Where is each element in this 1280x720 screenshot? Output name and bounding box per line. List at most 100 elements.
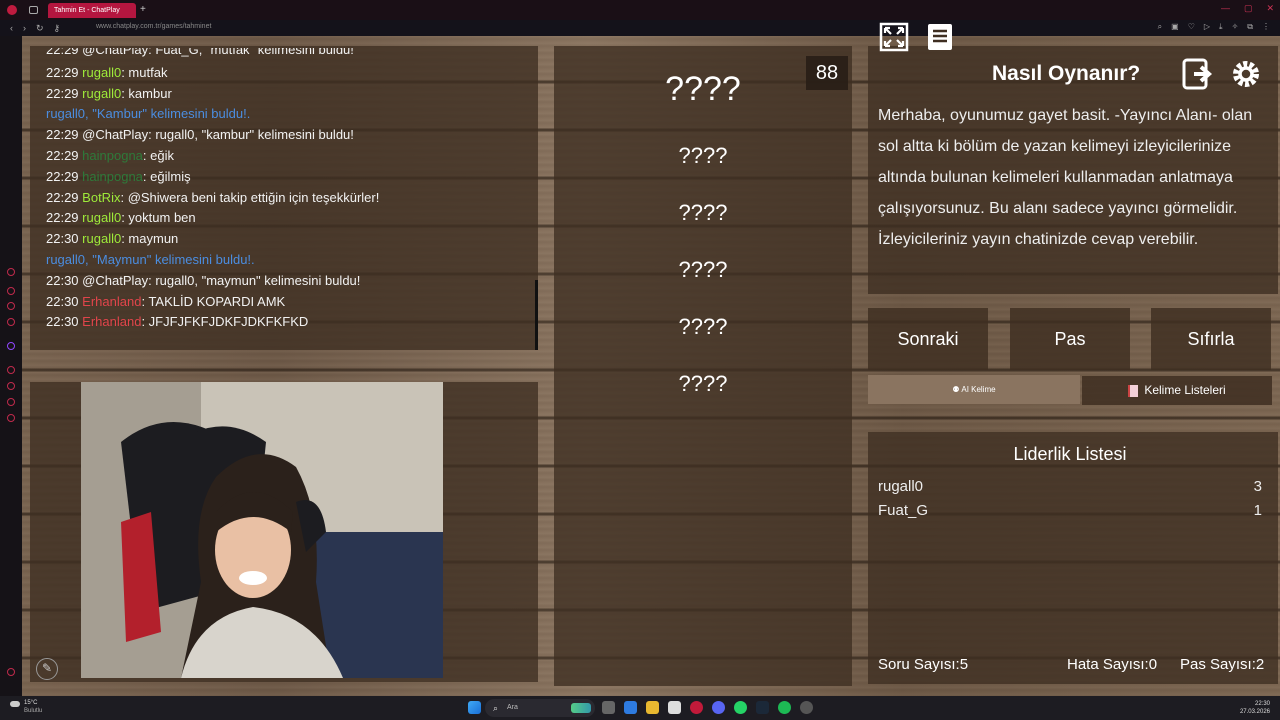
- question-count: Soru Sayısı:5: [878, 656, 969, 673]
- chat-text: : rugall0, "kambur" kelimesini buldu!: [148, 127, 354, 143]
- screenshot-icon[interactable]: ⧉: [1247, 22, 1253, 32]
- sidebar-history-icon[interactable]: [7, 382, 15, 390]
- chat-username[interactable]: @ChatPlay: [82, 273, 148, 288]
- bookmark-icon[interactable]: ♡: [1188, 22, 1195, 32]
- minimize-icon[interactable]: —: [1221, 3, 1230, 14]
- chat-message: rugall0, "Kambur" kelimesini buldu!.: [46, 104, 250, 124]
- forbidden-word: ????: [678, 314, 728, 339]
- lock-icon: ⚷: [53, 22, 61, 33]
- extensions-icon[interactable]: ▣: [1171, 22, 1179, 32]
- sidebar-messenger-icon[interactable]: [7, 287, 15, 295]
- sidebar-bookmarks-icon[interactable]: [7, 398, 15, 406]
- ai-icon[interactable]: ✧: [1232, 22, 1239, 32]
- taskbar: 15°C Bulutlu ⌕ Ara 22:30 27.03.2026: [0, 696, 1280, 720]
- taskbar-search[interactable]: ⌕ Ara: [485, 699, 595, 717]
- edit-icon[interactable]: ✎: [36, 658, 58, 680]
- discord-icon[interactable]: [712, 701, 725, 714]
- chat-system-text: rugall0, "Kambur" kelimesini buldu!.: [46, 106, 251, 122]
- chat-message: 22:29 rugall0: kambur: [46, 84, 172, 104]
- chat-username[interactable]: Erhanland: [82, 314, 141, 329]
- chat-username[interactable]: BotRix: [82, 190, 120, 205]
- chat-text: : yoktum ben: [121, 210, 196, 226]
- document-icon[interactable]: [924, 22, 956, 54]
- chat-message: 22:30 @ChatPlay: rugall0, "maymun" kelim…: [46, 271, 360, 291]
- pass-button[interactable]: Pas: [1010, 308, 1130, 370]
- task-view-icon[interactable]: [602, 701, 615, 714]
- gear-icon[interactable]: [1230, 58, 1262, 90]
- spotify-icon[interactable]: [778, 701, 791, 714]
- play-icon[interactable]: ▷: [1204, 22, 1210, 32]
- address-bar-tools: ⌕ ▣ ♡ ▷ ⤓ ✧ ⧉ ⋮: [1158, 22, 1270, 32]
- steam-icon[interactable]: [756, 701, 769, 714]
- chat-time: 22:29: [46, 189, 79, 205]
- ai-word-button[interactable]: ⚉ AI Kelime: [868, 375, 1080, 404]
- word-lists-button[interactable]: Kelime Listeleri: [1082, 376, 1272, 405]
- url-field[interactable]: www.chatplay.com.tr/games/tahminet: [96, 23, 211, 30]
- sidebar-music-icon[interactable]: [7, 366, 15, 374]
- leaderboard-score: 1: [1253, 502, 1262, 519]
- file-explorer-icon[interactable]: [646, 701, 659, 714]
- chat-text: : eğik: [142, 148, 174, 163]
- edge-icon[interactable]: [624, 701, 637, 714]
- leaderboard-title: Liderlik Listesi: [1013, 444, 1127, 464]
- chat-username[interactable]: Erhanland: [82, 294, 141, 309]
- notebook-icon: [1128, 384, 1139, 397]
- download-icon[interactable]: ⤓: [1219, 22, 1223, 32]
- reset-button[interactable]: Sıfırla: [1151, 308, 1271, 370]
- chat-text: : rugall0, "maymun" kelimesini buldu!: [148, 272, 361, 288]
- chat-scrollbar[interactable]: [535, 280, 538, 350]
- chat-text: : @Shiwera beni takip ettiğin için teşek…: [120, 189, 380, 205]
- leaderboard-panel: [868, 432, 1278, 684]
- windows-start-icon[interactable]: [468, 701, 481, 714]
- tab-bar: Tahmin Et - ChatPlay + — ▢ ✕: [0, 0, 1280, 20]
- weather-temp: 15°C: [24, 700, 38, 706]
- obs-icon[interactable]: [800, 701, 813, 714]
- exit-icon[interactable]: [1182, 58, 1214, 90]
- maximize-icon[interactable]: ▢: [1244, 3, 1253, 14]
- next-button[interactable]: Sonraki: [868, 308, 988, 370]
- close-icon[interactable]: ✕: [1266, 3, 1274, 14]
- chat-message: 22:30 rugall0: maymun: [46, 229, 178, 249]
- clock-date: 27.03.2026: [1239, 709, 1270, 715]
- forward-icon[interactable]: ›: [23, 23, 26, 33]
- workspaces-icon[interactable]: [29, 6, 38, 14]
- new-tab-icon[interactable]: +: [140, 4, 146, 15]
- menu-icon[interactable]: ⋮: [1262, 22, 1270, 32]
- leaderboard-name: Fuat_G: [878, 502, 929, 519]
- chat-username[interactable]: rugall0: [82, 86, 121, 101]
- leaderboard-name: rugall0: [878, 478, 924, 495]
- chat-text: : mutfak: [121, 64, 168, 80]
- chat-username[interactable]: hainpogna: [82, 148, 143, 163]
- sidebar-more-icon[interactable]: [7, 668, 15, 676]
- sidebar-settings-icon[interactable]: [7, 414, 15, 422]
- chat-username[interactable]: rugall0: [82, 65, 121, 80]
- chat-time: 22:29: [46, 168, 79, 184]
- weather-widget[interactable]: 15°C Bulutlu: [10, 699, 42, 715]
- store-icon[interactable]: [668, 701, 681, 714]
- whatsapp-icon[interactable]: [734, 701, 747, 714]
- opera-icon[interactable]: [690, 701, 703, 714]
- chat-message: 22:29 rugall0: yoktum ben: [46, 208, 196, 228]
- search-placeholder: Ara: [507, 704, 518, 711]
- sidebar-ai-icon[interactable]: [7, 268, 15, 276]
- chat-username[interactable]: hainpogna: [82, 169, 143, 184]
- search-icon[interactable]: ⌕: [1158, 22, 1162, 32]
- pass-count: Pas Sayısı:2: [1180, 656, 1265, 673]
- target-word: ????: [665, 70, 741, 108]
- reload-icon[interactable]: ↻: [36, 23, 44, 34]
- how-to-text: Merhaba, oyunumuz gayet basit. -Yayıncı …: [878, 107, 1253, 248]
- webcam-video: [81, 382, 443, 678]
- chat-username[interactable]: @ChatPlay: [82, 127, 148, 142]
- chat-time: 22:30: [46, 272, 79, 288]
- taskbar-clock[interactable]: 22:30 27.03.2026: [1240, 700, 1270, 716]
- chat-username[interactable]: rugall0: [82, 231, 121, 246]
- chat-message: 22:29 @ChatPlay: rugall0, "kambur" kelim…: [46, 125, 354, 145]
- sidebar-twitch-icon[interactable]: [7, 342, 15, 350]
- sidebar-whatsapp-icon[interactable]: [7, 318, 15, 326]
- sidebar-instagram-icon[interactable]: [7, 302, 15, 310]
- chat-username[interactable]: rugall0: [82, 210, 121, 225]
- chat-message: 22:29 hainpogna: eğilmiş: [46, 167, 191, 187]
- fullscreen-icon[interactable]: [878, 22, 910, 54]
- back-icon[interactable]: ‹: [10, 23, 13, 33]
- tab-active[interactable]: Tahmin Et - ChatPlay: [48, 3, 136, 18]
